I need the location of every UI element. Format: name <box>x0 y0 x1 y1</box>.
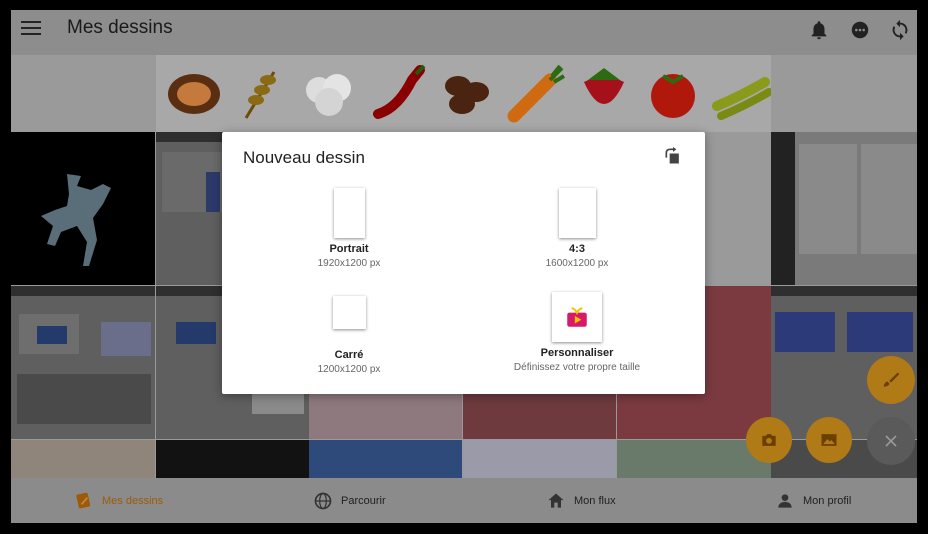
option-size: 1600x1200 px <box>545 258 609 269</box>
new-drawing-dialog: Nouveau dessin Portrait 1920x1200 px 4:3… <box>222 132 705 394</box>
nav-browse[interactable]: Parcourir <box>313 478 386 523</box>
cauliflower-icon <box>306 74 351 116</box>
cacao-icon <box>168 74 220 114</box>
brush-icon <box>883 372 900 387</box>
option-custom[interactable]: Personnaliser Définissez votre propre ta… <box>467 292 687 373</box>
option-label: 4:3 <box>569 243 585 255</box>
option-4-3[interactable]: 4:3 1600x1200 px <box>467 188 687 269</box>
bottom-navigation: Mes dessins Parcourir Mon flux Mon profi… <box>11 478 917 523</box>
option-size: 1920x1200 px <box>317 258 381 269</box>
menu-icon[interactable] <box>21 21 41 41</box>
ratio-4-3-thumbnail <box>558 188 596 238</box>
rotate-icon[interactable] <box>663 146 683 166</box>
drawing-thumbnail[interactable] <box>11 440 155 480</box>
globe-icon <box>314 492 332 509</box>
close-fab[interactable] <box>867 417 915 465</box>
beans-icon <box>712 77 771 120</box>
option-size: Définissez votre propre taille <box>513 362 641 373</box>
home-icon <box>548 493 564 508</box>
dialog-title: Nouveau dessin <box>243 148 365 167</box>
camera-icon <box>762 434 776 446</box>
nav-label: Mes dessins <box>102 494 164 507</box>
nav-my-drawings[interactable]: Mes dessins <box>74 478 163 523</box>
drawing-thumbnail[interactable] <box>463 440 616 480</box>
drawing-thumbnail[interactable] <box>11 286 155 439</box>
bell-icon[interactable] <box>808 19 830 41</box>
tomato-icon <box>651 74 695 118</box>
import-image-fab[interactable] <box>806 417 852 463</box>
nav-label: Mon profil <box>803 494 852 507</box>
drawing-thumbnail[interactable] <box>309 440 462 480</box>
drawing-thumbnail[interactable] <box>156 440 309 480</box>
drawing-thumbnail[interactable] <box>771 132 917 285</box>
person-icon <box>778 493 792 508</box>
camera-fab[interactable] <box>746 417 792 463</box>
close-icon <box>885 435 897 447</box>
nav-my-feed[interactable]: Mon flux <box>546 478 616 523</box>
drawing-thumbnail[interactable] <box>11 132 155 285</box>
coffee-beans-icon <box>445 76 489 114</box>
custom-thumbnail <box>552 292 602 342</box>
gift-icon <box>567 307 587 327</box>
wheat-icon <box>244 71 276 119</box>
image-icon <box>821 434 837 446</box>
option-square[interactable]: Carré 1200x1200 px <box>239 296 459 375</box>
square-thumbnail <box>332 296 366 329</box>
option-portrait[interactable]: Portrait 1920x1200 px <box>239 188 459 269</box>
app-bar: Mes dessins <box>11 10 917 55</box>
drawing-thumbnail[interactable] <box>156 55 771 132</box>
new-drawing-fab[interactable] <box>867 356 915 404</box>
portrait-thumbnail <box>333 188 365 238</box>
option-size: 1200x1200 px <box>317 364 381 375</box>
chili-icon <box>373 64 426 119</box>
drawings-icon <box>76 492 91 508</box>
nav-label: Mon flux <box>574 494 616 507</box>
page-title: Mes dessins <box>67 17 173 38</box>
carrot-icon <box>507 64 566 123</box>
chat-icon[interactable] <box>849 19 871 41</box>
sync-icon[interactable] <box>889 19 911 41</box>
nav-label: Parcourir <box>341 494 386 507</box>
option-label: Carré <box>334 349 364 361</box>
option-label: Personnaliser <box>540 347 614 359</box>
strawberry-icon <box>584 68 624 104</box>
nav-my-profile[interactable]: Mon profil <box>775 478 851 523</box>
option-label: Portrait <box>329 243 369 255</box>
horse-rider-drawing <box>41 174 111 266</box>
